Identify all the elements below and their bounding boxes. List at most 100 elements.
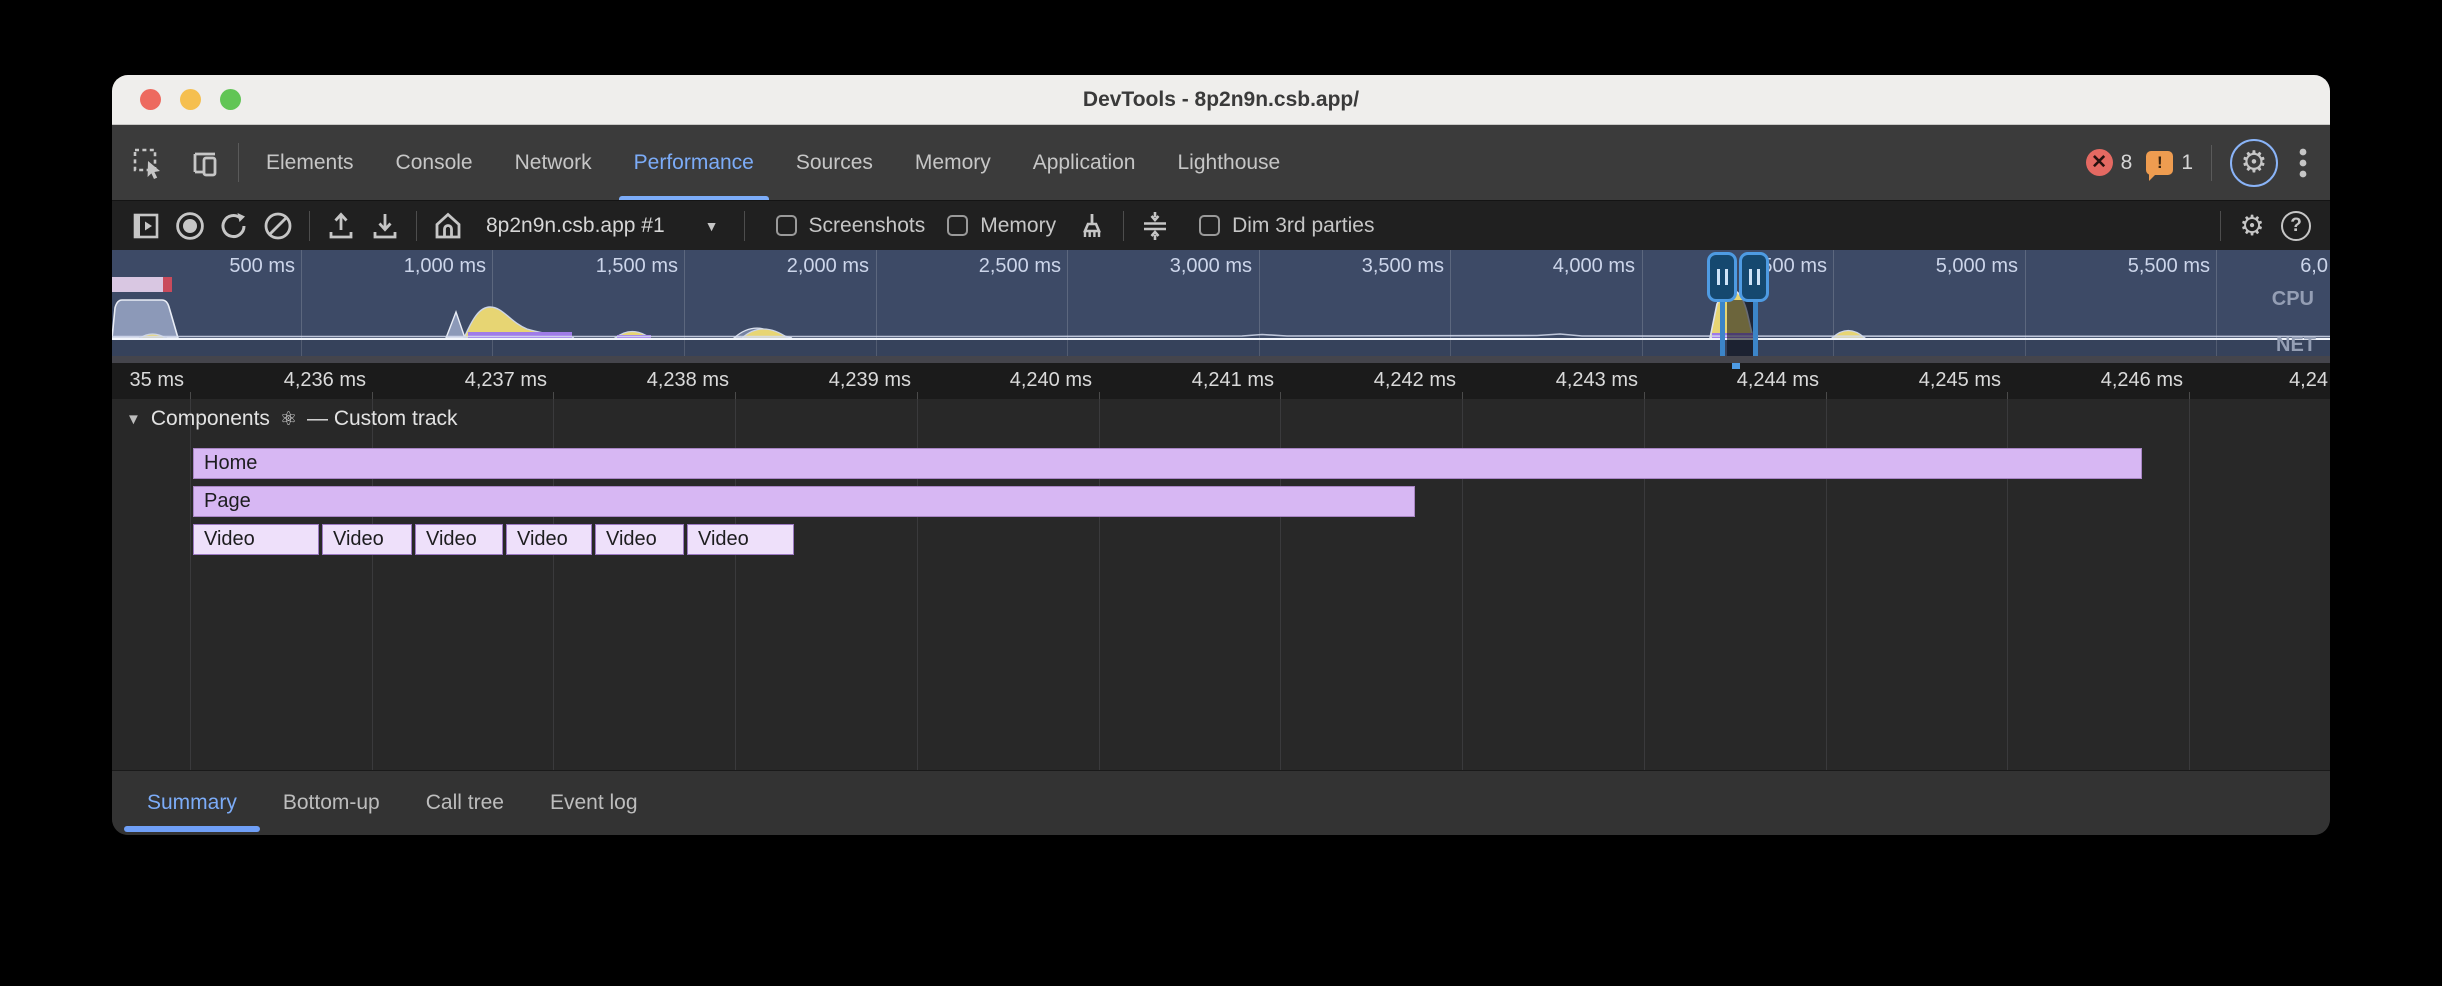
target-selector[interactable]: 8p2n9n.csb.app #1 ▼ [470,214,735,238]
ruler-tick-label: 4,238 ms [647,369,729,392]
track-entry-video[interactable]: Video [415,524,503,555]
track-entry-video[interactable]: Video [687,524,794,555]
inspect-cursor-icon [131,146,165,180]
overview-tick: 4,000 ms [1553,255,1635,278]
screenshots-checkbox[interactable]: Screenshots [776,214,926,238]
zoom-window-left-handle[interactable] [1707,252,1737,302]
divider [2220,211,2221,241]
error-count: 8 [2121,151,2133,175]
device-toolbar-button[interactable] [176,125,232,200]
sidebar-panel-icon [131,211,161,241]
overview-tick: 2,500 ms [979,255,1061,278]
device-toolbar-icon [187,146,221,180]
marker-notch [1732,363,1740,369]
disclosure-triangle-icon: ▼ [126,411,141,428]
tab-console[interactable]: Console [375,125,494,200]
toolbar-right: ⚙ ? [2211,205,2318,247]
ruler-tick-label: 4,236 ms [284,369,366,392]
ruler-tick [1826,392,1827,399]
ruler-tick-label: 35 ms [130,369,184,392]
collapse-sections-button[interactable] [1133,205,1177,247]
track-entry-video[interactable]: Video [322,524,412,555]
devtools-settings-button[interactable]: ⚙ [2230,139,2278,187]
tab-network[interactable]: Network [494,125,613,200]
overview-tick: 6,0 [2300,255,2328,278]
main-tab-bar: Elements Console Network Performance Sou… [112,125,2330,200]
record-button[interactable] [168,205,212,247]
tab-application[interactable]: Application [1012,125,1157,200]
tab-bottom-up[interactable]: Bottom-up [260,771,403,835]
components-track-header[interactable]: ▼ Components ⚛ — Custom track [126,407,458,431]
ruler-tick [2189,392,2190,399]
overview-tick: 5,000 ms [1936,255,2018,278]
track-entry-video[interactable]: Video [193,524,319,555]
ruler-tick-label: 4,245 ms [1919,369,2001,392]
zoom-window-right-line [1753,296,1758,356]
gear-icon: ⚙ [2239,212,2264,240]
tab-event-log[interactable]: Event log [527,771,661,835]
net-lane-label: NET [2276,334,2316,356]
console-errors-badge[interactable]: ✕ 8 [2086,149,2133,176]
inspect-element-button[interactable] [120,125,176,200]
track-entry-video[interactable]: Video [506,524,592,555]
ruler-tick [1280,392,1281,399]
traffic-lights [140,75,241,124]
chevron-down-icon: ▼ [705,218,719,234]
toggle-sidebar-button[interactable] [124,205,168,247]
tab-summary[interactable]: Summary [124,771,260,835]
ruler-tick-label: 4,240 ms [1010,369,1092,392]
timeline-ruler: 35 ms 4,236 ms 4,237 ms 4,238 ms 4,239 m… [112,363,2330,399]
divider [238,143,239,182]
minimize-button[interactable] [180,89,201,110]
ruler-tick [2007,392,2008,399]
live-metrics-button[interactable] [426,205,470,247]
target-label: 8p2n9n.csb.app #1 [486,214,665,238]
track-entry-page[interactable]: Page [193,486,1415,517]
track-area[interactable]: ▼ Components ⚛ — Custom track Home Page … [112,399,2330,770]
load-profile-button[interactable] [319,205,363,247]
more-options-button[interactable] [2292,140,2314,186]
ruler-tick [1462,392,1463,399]
close-button[interactable] [140,89,161,110]
zoom-window-left-line [1720,296,1725,356]
clear-recording-button[interactable] [256,205,300,247]
zoom-window-shade [1727,300,1755,356]
home-icon [432,210,464,242]
tab-sources[interactable]: Sources [775,125,894,200]
ruler-tick-label: 4,242 ms [1374,369,1456,392]
track-subtitle: — Custom track [307,407,458,431]
error-icon: ✕ [2086,149,2113,176]
overview-tick: 500 ms [1761,255,1827,278]
track-entry-video[interactable]: Video [595,524,684,555]
tab-memory[interactable]: Memory [894,125,1012,200]
dim-3rd-parties-checkbox[interactable]: Dim 3rd parties [1199,214,1374,238]
tab-elements[interactable]: Elements [245,125,375,200]
help-button[interactable]: ? [2274,205,2318,247]
zoom-button[interactable] [220,89,241,110]
divider [2211,145,2212,181]
save-profile-button[interactable] [363,205,407,247]
window-title: DevTools - 8p2n9n.csb.app/ [1083,88,1359,112]
upload-icon [326,210,356,242]
ruler-tick [735,392,736,399]
tab-call-tree[interactable]: Call tree [403,771,527,835]
ruler-tick-label: 4,24 [2289,369,2328,392]
ruler-tick-label: 4,241 ms [1192,369,1274,392]
tab-performance[interactable]: Performance [613,125,775,200]
zoom-window-right-handle[interactable] [1739,252,1769,302]
capture-settings-button[interactable]: ⚙ [2230,205,2274,247]
issues-badge[interactable]: ! 1 [2146,151,2193,175]
collect-garbage-button[interactable] [1070,205,1114,247]
ruler-tick-label: 4,244 ms [1737,369,1819,392]
ruler-tick [1644,392,1645,399]
ruler-tick [917,392,918,399]
tab-lighthouse[interactable]: Lighthouse [1156,125,1301,200]
timeline-overview[interactable]: 500 ms 1,000 ms 1,500 ms 2,000 ms 2,500 … [112,250,2330,356]
reload-and-record-button[interactable] [212,205,256,247]
ruler-tick-label: 4,243 ms [1556,369,1638,392]
track-entry-home[interactable]: Home [193,448,2142,479]
overview-tick: 500 ms [229,255,295,278]
memory-checkbox[interactable]: Memory [947,214,1056,238]
clear-block-icon [262,210,294,242]
network-request-bar [112,277,163,292]
